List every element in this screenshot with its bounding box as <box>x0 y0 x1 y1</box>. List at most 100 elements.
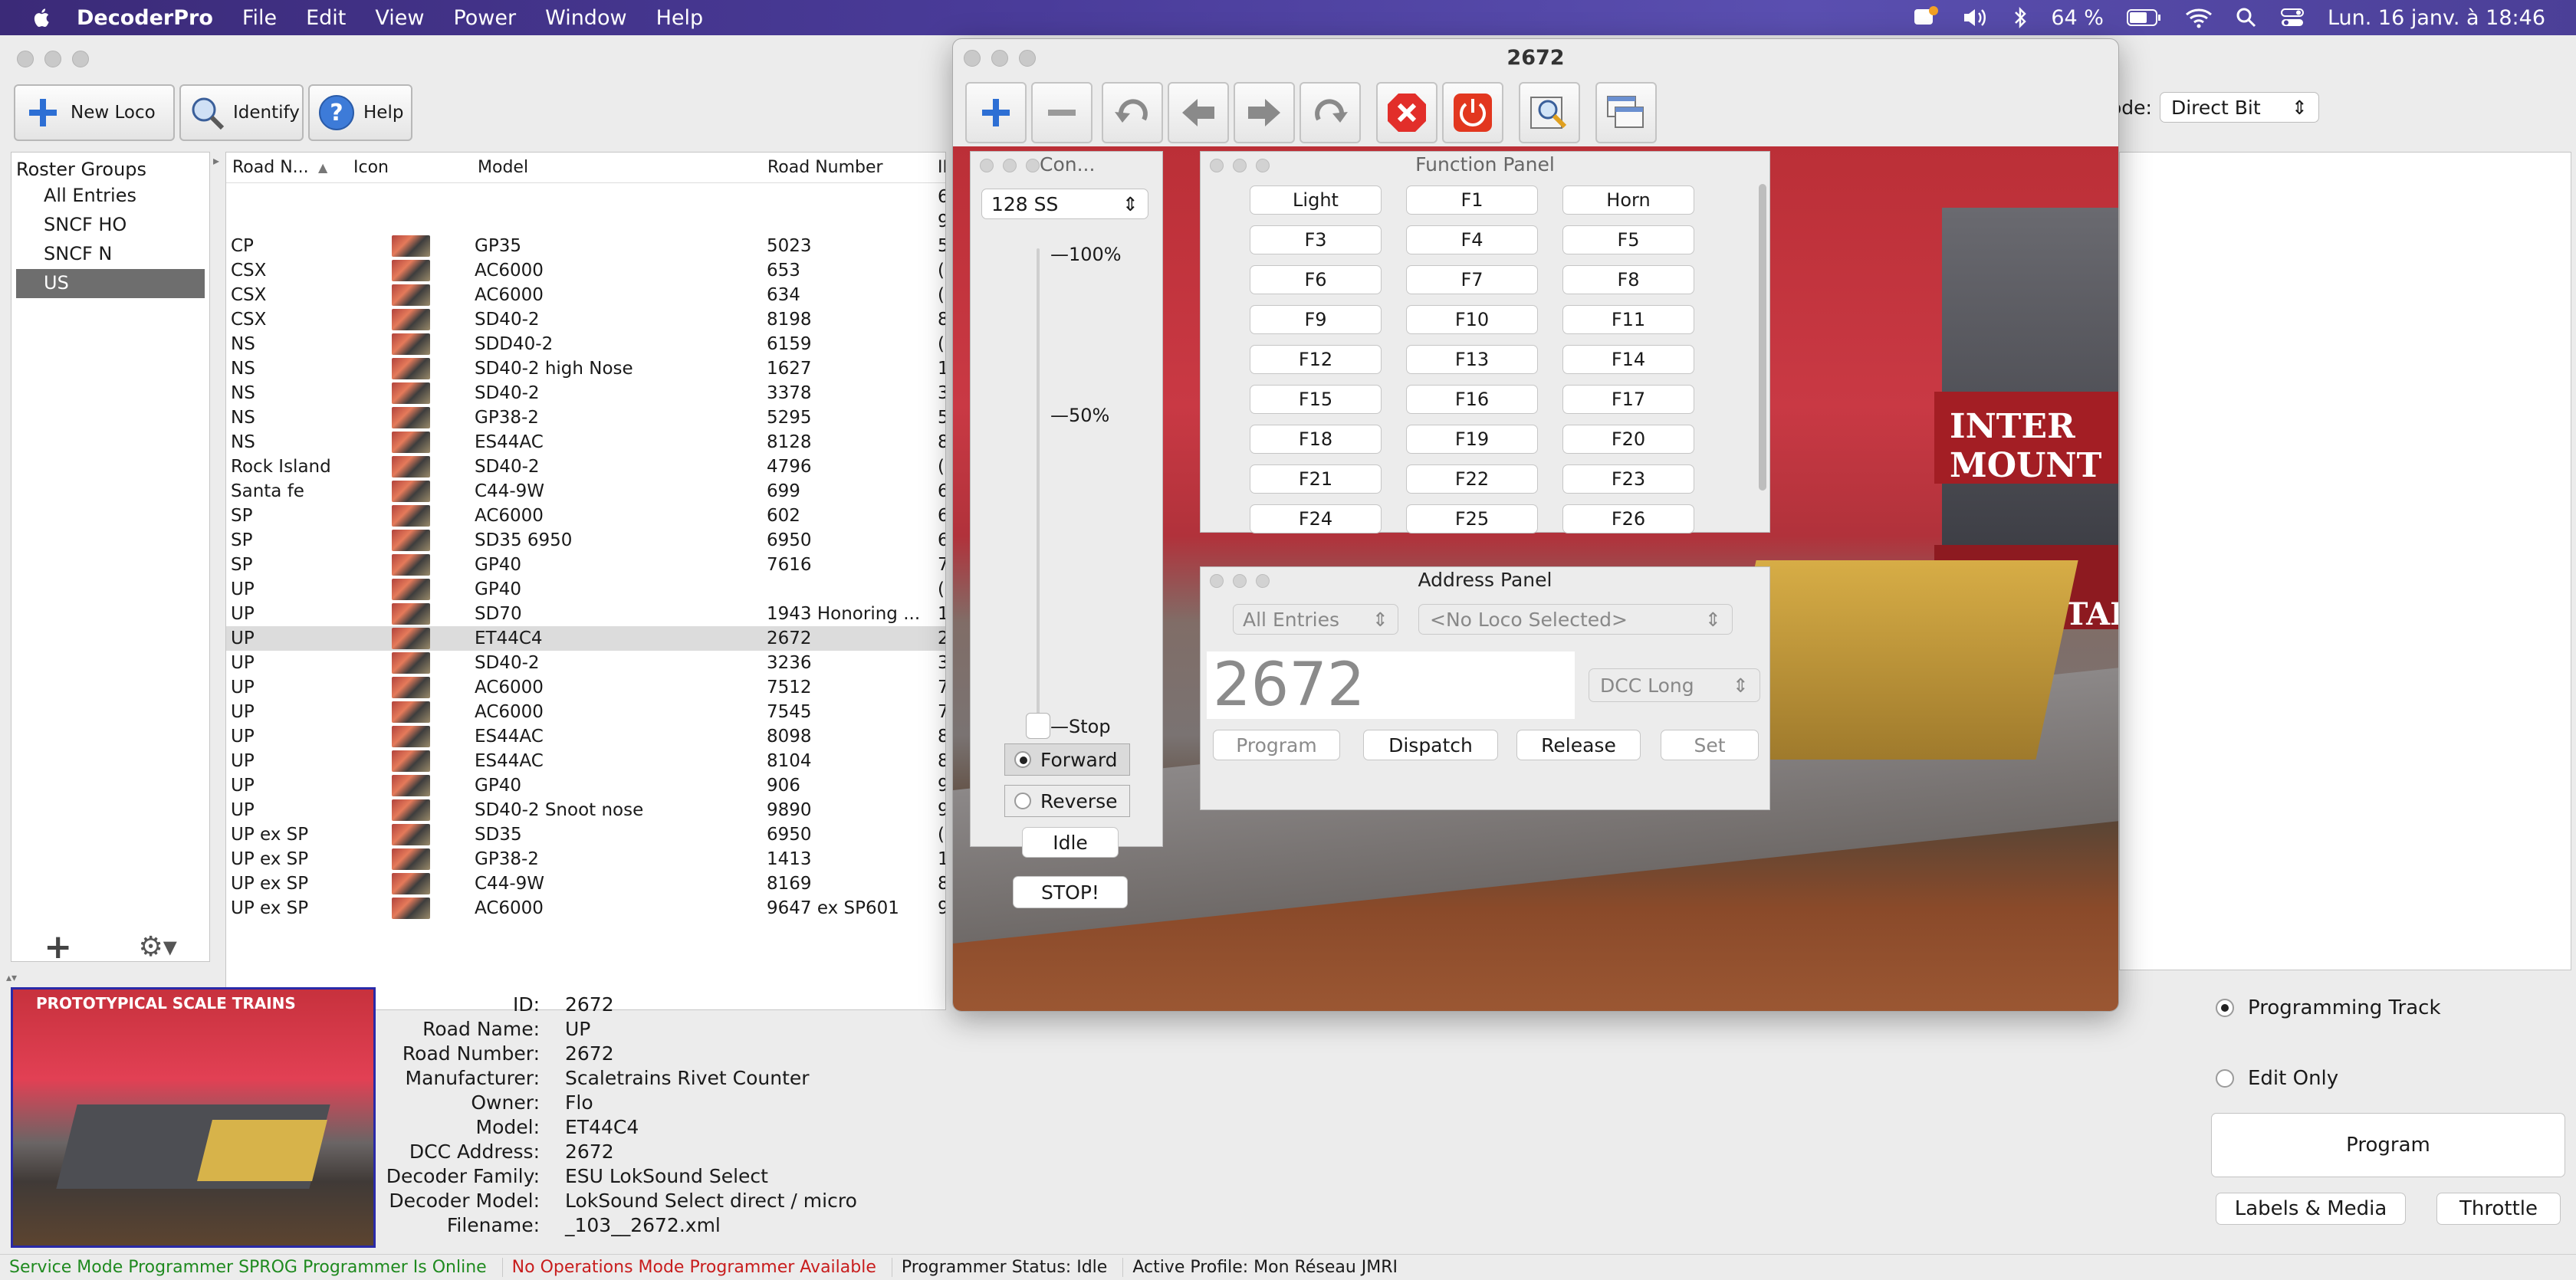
group-all-entries[interactable]: All Entries <box>12 182 209 211</box>
table-row[interactable]: UP GP40 (1 <box>226 577 945 602</box>
col-road-name[interactable]: Road N... <box>232 158 309 177</box>
function-button[interactable]: F17 <box>1562 385 1694 414</box>
next-throttle-button[interactable] <box>1300 82 1361 143</box>
function-button[interactable]: F20 <box>1562 425 1694 454</box>
function-button[interactable]: F13 <box>1406 345 1538 374</box>
dispatch-button[interactable]: Dispatch <box>1363 730 1498 760</box>
forward-option[interactable]: Forward <box>1004 743 1130 776</box>
add-throttle-button[interactable] <box>965 82 1027 143</box>
idle-button[interactable]: Idle <box>1022 827 1119 858</box>
col-icon[interactable]: Icon <box>353 158 389 177</box>
function-button[interactable]: F16 <box>1406 385 1538 414</box>
window-zoom-button[interactable] <box>72 51 89 67</box>
address-zoom-button[interactable] <box>1256 574 1270 588</box>
col-model[interactable]: Model <box>478 158 528 177</box>
function-button[interactable]: Horn <box>1562 185 1694 215</box>
table-row[interactable]: UP ex SP SD35 6950 (1 <box>226 822 945 847</box>
identify-button[interactable]: Identify <box>179 84 304 141</box>
function-button[interactable]: F7 <box>1406 265 1538 294</box>
menu-window[interactable]: Window <box>545 6 626 30</box>
previous-throttle-button[interactable] <box>1102 82 1163 143</box>
window-close-button[interactable] <box>17 51 34 67</box>
control-zoom-button[interactable] <box>1026 159 1040 172</box>
table-row[interactable]: UP GP40 906 90 <box>226 773 945 798</box>
table-row[interactable]: UP AC6000 7545 75 <box>226 700 945 724</box>
function-button[interactable]: F21 <box>1250 464 1382 494</box>
function-button[interactable]: Light <box>1250 185 1382 215</box>
function-button[interactable]: F26 <box>1562 504 1694 533</box>
edit-only-radio[interactable] <box>2216 1069 2234 1088</box>
edit-throttle-button[interactable] <box>1519 82 1580 143</box>
remove-throttle-button[interactable] <box>1031 82 1092 143</box>
help-button[interactable]: ? Help <box>308 84 412 141</box>
window-minimize-button[interactable] <box>44 51 61 67</box>
battery-icon[interactable] <box>2126 8 2162 27</box>
table-row[interactable]: UP ex SP C44-9W 8169 81 <box>226 871 945 896</box>
throttle-zoom-button[interactable] <box>1019 50 1036 67</box>
table-row[interactable]: Rock Island SD40-2 4796 (1 <box>226 455 945 479</box>
table-row[interactable]: UP ES44AC 8104 81 <box>226 749 945 773</box>
function-button[interactable]: F24 <box>1250 504 1382 533</box>
table-row[interactable]: UP SD70 1943 Honoring ... 19 <box>226 602 945 626</box>
function-button[interactable]: F8 <box>1562 265 1694 294</box>
menu-view[interactable]: View <box>375 6 424 30</box>
table-row[interactable]: CSX AC6000 653 (1 <box>226 258 945 283</box>
emergency-stop-text-button[interactable]: STOP! <box>1013 876 1128 908</box>
table-row[interactable]: SP GP40 7616 76 <box>226 553 945 577</box>
edit-only-option[interactable]: Edit Only <box>2216 1067 2338 1090</box>
add-group-icon[interactable]: + <box>44 927 72 967</box>
table-row[interactable]: CP GP35 5023 50 <box>226 234 945 258</box>
emergency-stop-button[interactable] <box>1376 82 1438 143</box>
new-loco-button[interactable]: New Loco <box>14 84 175 141</box>
function-button[interactable]: F9 <box>1250 305 1382 334</box>
back-button[interactable] <box>1168 82 1229 143</box>
programming-track-radio[interactable] <box>2216 999 2234 1017</box>
window-list-button[interactable] <box>1595 82 1657 143</box>
table-row[interactable]: NS SD40-2 3378 33 <box>226 381 945 405</box>
function-button[interactable]: F23 <box>1562 464 1694 494</box>
mode-select[interactable]: Direct Bit ⇕ <box>2159 92 2319 123</box>
table-row[interactable]: 96 <box>226 209 945 234</box>
function-button[interactable]: F15 <box>1250 385 1382 414</box>
address-type-select[interactable]: DCC Long ⇕ <box>1589 668 1760 702</box>
roster-group-select[interactable]: All Entries ⇕ <box>1233 604 1398 635</box>
menu-file[interactable]: File <box>242 6 277 30</box>
table-row[interactable]: NS GP38-2 5295 52 <box>226 405 945 430</box>
function-button[interactable]: F12 <box>1250 345 1382 374</box>
menu-power[interactable]: Power <box>453 6 516 30</box>
table-row[interactable]: UP ET44C4 2672 26 <box>226 626 945 651</box>
function-button[interactable]: F10 <box>1406 305 1538 334</box>
table-row[interactable]: UP SD40-2 Snoot nose 9890 98 <box>226 798 945 822</box>
menu-app[interactable]: DecoderPro <box>77 6 213 30</box>
throttle-close-button[interactable] <box>964 50 981 67</box>
speed-steps-select[interactable]: 128 SS ⇕ <box>981 189 1148 219</box>
function-minimize-button[interactable] <box>1233 159 1247 172</box>
group-us[interactable]: US <box>16 269 205 298</box>
forward-button[interactable] <box>1234 82 1295 143</box>
apple-icon[interactable] <box>31 6 54 29</box>
notification-icon[interactable] <box>1913 6 1939 29</box>
function-button[interactable]: F4 <box>1406 225 1538 254</box>
throttle-minimize-button[interactable] <box>991 50 1008 67</box>
program-button[interactable]: Program <box>2211 1113 2565 1177</box>
table-row[interactable]: UP ex SP AC6000 9647 ex SP601 96 <box>226 896 945 921</box>
function-button[interactable]: F18 <box>1250 425 1382 454</box>
function-button[interactable]: F19 <box>1406 425 1538 454</box>
control-minimize-button[interactable] <box>1003 159 1017 172</box>
reverse-option[interactable]: Reverse <box>1004 785 1130 817</box>
function-button[interactable]: F5 <box>1562 225 1694 254</box>
function-scrollbar[interactable] <box>1759 184 1766 491</box>
table-row[interactable]: SP AC6000 602 60 <box>226 504 945 528</box>
table-row[interactable]: Santa fe C44-9W 699 69 <box>226 479 945 504</box>
menu-edit[interactable]: Edit <box>306 6 346 30</box>
track-power-button[interactable] <box>1442 82 1503 143</box>
splitter-handle[interactable]: ▸ <box>213 153 222 176</box>
function-button[interactable]: F22 <box>1406 464 1538 494</box>
table-row[interactable]: UP SD40-2 3236 32 <box>226 651 945 675</box>
reverse-radio[interactable] <box>1014 793 1031 809</box>
split-arrows[interactable]: ▴▾ <box>6 972 17 984</box>
function-button[interactable]: F11 <box>1562 305 1694 334</box>
function-close-button[interactable] <box>1210 159 1224 172</box>
function-button[interactable]: F3 <box>1250 225 1382 254</box>
table-row[interactable]: UP ex SP GP38-2 1413 14 <box>226 847 945 871</box>
